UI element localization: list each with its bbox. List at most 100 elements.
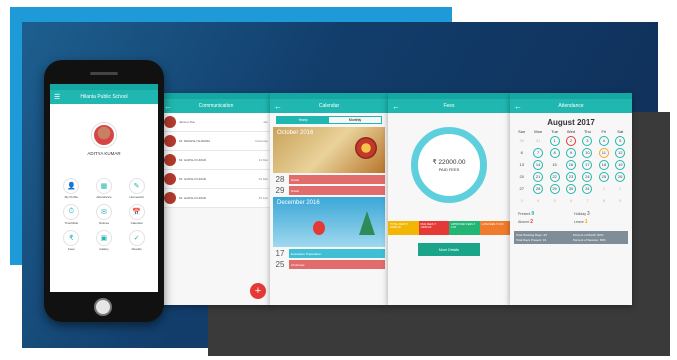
calendar-day[interactable]: 9 [563, 147, 578, 158]
calendar-day[interactable]: 15 [547, 159, 562, 170]
calendar-day[interactable]: 17 [580, 159, 595, 170]
weekday-header: Sun [518, 129, 526, 134]
back-arrow-icon[interactable]: ← [514, 102, 522, 111]
calendar-day[interactable]: 12 [613, 147, 628, 158]
message-list: Jammu Jha Jan Mr. DENESH SHARMA Yesterday Mr… [160, 113, 272, 208]
calendar-day[interactable]: 31 [530, 135, 545, 146]
module-tile[interactable]: ✉ Notices [91, 204, 118, 225]
day-number: 14 [533, 159, 544, 170]
calendar-day[interactable]: 11 [596, 147, 611, 158]
home-button[interactable] [94, 298, 112, 316]
calendar-day[interactable]: 30 [514, 135, 529, 146]
module-tile[interactable]: ✓ Results [123, 230, 150, 251]
more-details-button[interactable]: More Details [418, 243, 480, 256]
calendar-day[interactable]: 3 [514, 195, 529, 206]
message-date: Jan [263, 120, 268, 124]
module-tile[interactable]: ✎ Homework [123, 178, 150, 199]
legend-label: Holiday [574, 212, 587, 216]
calendar-day[interactable]: 8 [596, 195, 611, 206]
attendance-summary: Total Working Days: 23 Percent of Month: … [514, 231, 628, 244]
october-banner: October 2016 [273, 127, 385, 173]
day-number: 9 [565, 147, 576, 158]
day-number: 11 [598, 147, 609, 158]
list-item[interactable]: Mr. HARSH KUMAR 09 Mar [160, 170, 272, 189]
list-item[interactable]: Mr. HARSH KUMAR 13 Mar [160, 151, 272, 170]
calendar-day[interactable]: 2 [613, 183, 628, 194]
tab-monthly[interactable]: Monthly [329, 117, 381, 123]
back-arrow-icon[interactable]: ← [274, 102, 282, 111]
day-number: 12 [615, 147, 626, 158]
module-tile[interactable]: ₹ Fees [58, 230, 85, 251]
menu-icon[interactable]: ☰ [54, 93, 60, 101]
calendar-day[interactable]: 20 [514, 171, 529, 182]
fee-cell: TOTAL FEES ₹ 32000.00 [388, 221, 419, 235]
calendar-day[interactable]: 21 [530, 171, 545, 182]
day-number: 4 [537, 198, 540, 203]
message-sender: Mr. DENESH SHARMA [179, 139, 211, 143]
avatar[interactable] [92, 122, 116, 147]
day-number: 2 [565, 135, 576, 146]
add-message-button[interactable]: + [250, 283, 266, 299]
calendar-day[interactable]: 5 [613, 135, 628, 146]
month-title: August 2017 [547, 118, 595, 127]
day-number: 21 [533, 171, 544, 182]
module-tile[interactable]: ▣ Gallery [91, 230, 118, 251]
calendar-day[interactable]: 14 [530, 159, 545, 170]
calendar-day[interactable]: 3 [580, 135, 595, 146]
back-arrow-icon[interactable]: ← [392, 102, 400, 111]
calendar-day[interactable]: 1 [596, 183, 611, 194]
calendar-day[interactable]: 6 [514, 147, 529, 158]
day-number: 6 [569, 198, 573, 203]
list-item[interactable]: Mr. DENESH SHARMA Yesterday [160, 132, 272, 151]
day-number: 30 [565, 183, 576, 194]
calendar-day[interactable]: 10 [580, 147, 595, 158]
calendar-day[interactable]: 8 [547, 147, 562, 158]
module-tile[interactable]: 📅 Calendar [123, 204, 150, 225]
event-row[interactable]: 29 Diwali [273, 186, 385, 195]
tab-yearly[interactable]: Yearly [277, 117, 329, 123]
legend-label: Leave [574, 220, 585, 224]
event-row[interactable]: 28 Diwali [273, 175, 385, 184]
event-label: Diwali [289, 175, 385, 184]
module-tile[interactable]: ▦ Attendance [91, 178, 118, 199]
diya-decoration [355, 137, 377, 159]
calendar-day[interactable]: 26 [613, 171, 628, 182]
calendar-day[interactable]: 29 [547, 183, 562, 194]
day-number: 8 [602, 198, 605, 203]
module-tile[interactable]: 👤 My Profile [58, 178, 85, 199]
calendar-day[interactable]: 23 [563, 171, 578, 182]
avatar [164, 116, 176, 128]
event-row[interactable]: 25 Christmas [273, 260, 385, 269]
calendar-day[interactable]: 1 [547, 135, 562, 146]
calendar-day[interactable]: 9 [613, 195, 628, 206]
back-arrow-icon[interactable]: ← [164, 102, 172, 111]
calendar-day[interactable]: 2 [563, 135, 578, 146]
calendar-day[interactable]: 19 [613, 159, 628, 170]
weekday-header: Thu [583, 129, 591, 134]
calendar-day[interactable]: 18 [596, 159, 611, 170]
calendar-day[interactable]: 27 [514, 183, 529, 194]
calendar-day[interactable]: 6 [563, 195, 578, 206]
day-number: 27 [519, 186, 524, 191]
calendar-day[interactable]: 22 [547, 171, 562, 182]
calendar-day[interactable]: 31 [580, 183, 595, 194]
calendar-day[interactable]: 28 [530, 183, 545, 194]
calendar-day[interactable]: 30 [563, 183, 578, 194]
calendar-day[interactable]: 25 [596, 171, 611, 182]
list-item[interactable]: Jammu Jha Jan [160, 113, 272, 132]
calendar-day[interactable]: 13 [514, 159, 529, 170]
calendar-day[interactable]: 5 [547, 195, 562, 206]
calendar-day[interactable]: 4 [530, 195, 545, 206]
calendar-day[interactable]: 24 [580, 171, 595, 182]
module-label: Notices [98, 221, 109, 225]
message-sender: Mr. HARSH KUMAR [179, 196, 207, 200]
calendar-day[interactable]: 4 [596, 135, 611, 146]
module-tile[interactable]: ⏱ TimeTable [58, 204, 85, 225]
event-row[interactable]: 17 Evaluation Preparation [273, 249, 385, 258]
calendar-day[interactable]: 16 [563, 159, 578, 170]
message-date: 13 Mar [258, 158, 268, 162]
calendar-day[interactable]: 7 [530, 147, 545, 158]
list-item[interactable]: Mr. HARSH KUMAR 25 Feb [160, 189, 272, 208]
calendar-day[interactable]: 7 [580, 195, 595, 206]
legend-label: Absent [518, 220, 531, 224]
